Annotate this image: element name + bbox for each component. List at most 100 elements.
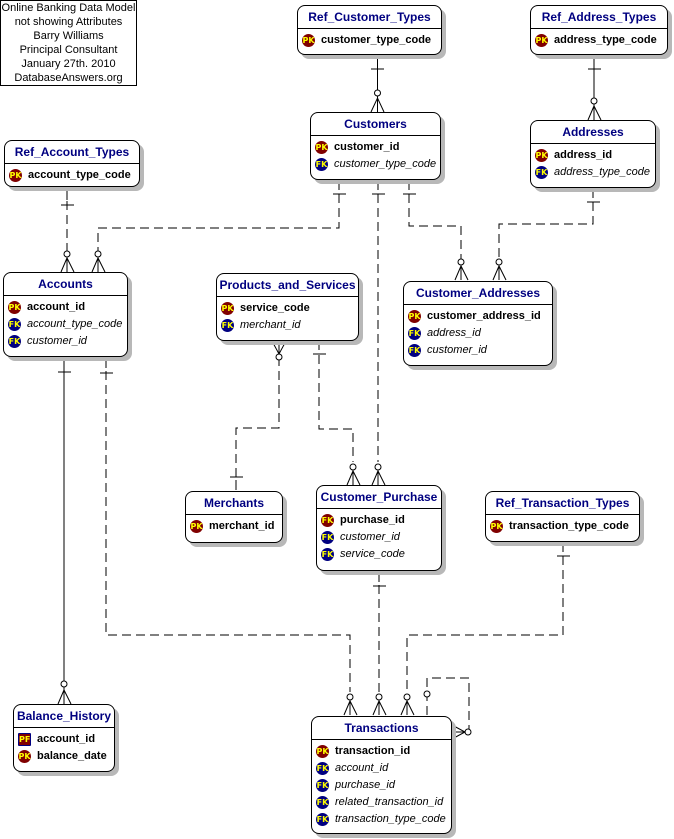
primary-key-icon: PK xyxy=(535,34,548,47)
primary-key-icon: PK xyxy=(490,520,503,533)
entity-balance-history[interactable]: Balance_History PF account_id PK balance_d… xyxy=(13,704,115,772)
crow-foot xyxy=(370,96,385,113)
entity-title: Ref_Customer_Types xyxy=(298,6,441,29)
attribute-row: PK customer_address_id xyxy=(408,308,552,325)
entity-title: Ref_Account_Types xyxy=(5,141,139,164)
primary-key-icon: PK xyxy=(316,745,329,758)
primary-key-icon: PK xyxy=(190,520,203,533)
attribute-row: PK account_id xyxy=(8,299,127,316)
entity-transactions[interactable]: Transactions PK transaction_id FK account_… xyxy=(311,716,452,834)
attribute-row: FK purchase_id xyxy=(316,777,451,794)
attribute-name: service_code xyxy=(240,302,310,314)
note-line: Principal Consultant xyxy=(19,44,118,56)
foreign-key-icon: FK xyxy=(408,327,421,340)
attribute-row: PK service_code xyxy=(221,300,358,317)
entity-accounts[interactable]: Accounts PK account_id FK account_type_cod… xyxy=(3,272,128,357)
foreign-key-icon: FK xyxy=(8,335,21,348)
attribute-name: customer_id xyxy=(340,531,400,543)
attribute-row: PK transaction_type_code xyxy=(490,518,639,535)
attribute-name: customer_type_code xyxy=(321,34,432,46)
attribute-row: FK customer_type_code xyxy=(315,156,440,173)
attribute-name: purchase_id xyxy=(340,514,405,526)
attribute-name: transaction_type_code xyxy=(509,520,629,532)
attribute-row: PK balance_date xyxy=(18,748,114,765)
primary-key-icon: PK xyxy=(408,310,421,323)
primary-key-icon: PK xyxy=(8,301,21,314)
attribute-name: customer_address_id xyxy=(427,310,541,322)
foreign-key-icon: FK xyxy=(316,779,329,792)
attribute-name: purchase_id xyxy=(335,779,395,791)
attribute-row: PK transaction_id xyxy=(316,743,451,760)
foreign-key-icon: FK xyxy=(315,158,328,171)
primary-foreign-key-icon: PF xyxy=(18,733,31,746)
attribute-row: FK customer_id xyxy=(408,342,552,359)
attribute-name: account_id xyxy=(335,762,389,774)
entity-ref-account-types[interactable]: Ref_Account_Types PK account_type_code xyxy=(4,140,140,187)
entity-ref-customer-types[interactable]: Ref_Customer_Types PK customer_type_code xyxy=(297,5,442,55)
foreign-key-icon: FK xyxy=(221,319,234,332)
note-line: Online Banking Data Model xyxy=(1,2,136,14)
attribute-row: PF account_id xyxy=(18,731,114,748)
primary-key-icon: PK xyxy=(535,149,548,162)
attribute-name: customer_id xyxy=(27,335,87,347)
foreign-key-icon: FK xyxy=(316,813,329,826)
attribute-row: FK related_transaction_id xyxy=(316,794,451,811)
attribute-name: address_type_code xyxy=(554,166,651,178)
attribute-row: FK purchase_id xyxy=(321,512,441,529)
attribute-name: account_type_code xyxy=(28,169,131,181)
attribute-row: PK account_type_code xyxy=(9,167,139,184)
entity-title: Customer_Purchase xyxy=(317,486,441,509)
attribute-row: PK customer_id xyxy=(315,139,440,156)
attribute-name: related_transaction_id xyxy=(335,796,444,808)
attribute-name: merchant_id xyxy=(240,319,301,331)
optional-circle xyxy=(374,89,381,97)
note-line: not showing Attributes xyxy=(14,16,123,28)
attribute-name: account_id xyxy=(27,301,86,313)
entity-title: Addresses xyxy=(531,121,655,144)
primary-key-icon: PK xyxy=(315,141,328,154)
entity-title: Accounts xyxy=(4,273,127,296)
entity-title: Transactions xyxy=(312,717,451,740)
entity-products-and-services[interactable]: Products_and_Services PK service_code FK m… xyxy=(216,273,359,341)
attribute-name: customer_id xyxy=(334,141,400,153)
attribute-name: transaction_type_code xyxy=(335,813,446,825)
foreign-key-icon: FK xyxy=(408,344,421,357)
attribute-row: FK merchant_id xyxy=(221,317,358,334)
attribute-name: address_type_code xyxy=(554,34,657,46)
entity-title: Ref_Address_Types xyxy=(531,6,667,29)
foreign-key-icon: FK xyxy=(321,548,334,561)
foreign-key-icon: FK xyxy=(8,318,21,331)
foreign-key-icon: FK xyxy=(321,514,334,527)
attribute-row: FK customer_id xyxy=(321,529,441,546)
attribute-row: PK address_type_code xyxy=(535,32,667,49)
entity-ref-address-types[interactable]: Ref_Address_Types PK address_type_code xyxy=(530,5,668,55)
entity-customer-purchase[interactable]: Customer_Purchase FK purchase_id FK custom… xyxy=(316,485,442,571)
attribute-name: account_type_code xyxy=(27,318,123,330)
entity-customers[interactable]: Customers PK customer_id FK customer_type_… xyxy=(310,112,441,180)
entity-title: Merchants xyxy=(186,492,282,515)
attribute-name: address_id xyxy=(554,149,613,161)
entity-customer-addresses[interactable]: Customer_Addresses PK customer_address_id… xyxy=(403,281,553,366)
attribute-name: merchant_id xyxy=(209,520,275,532)
entity-title: Ref_Transaction_Types xyxy=(486,492,639,515)
attribute-name: customer_id xyxy=(427,344,487,356)
primary-key-icon: PK xyxy=(18,750,31,763)
primary-key-icon: PK xyxy=(9,169,22,182)
entity-ref-transaction-types[interactable]: Ref_Transaction_Types PK transaction_type… xyxy=(485,491,640,542)
attribute-row: FK account_type_code xyxy=(8,316,127,333)
entity-title: Customer_Addresses xyxy=(404,282,552,305)
diagram-note: Online Banking Data Model not showing At… xyxy=(0,0,137,86)
attribute-row: FK customer_id xyxy=(8,333,127,350)
entity-addresses[interactable]: Addresses PK address_id FK address_type_co… xyxy=(530,120,656,188)
note-line: January 27th. 2010 xyxy=(21,58,116,70)
attribute-row: FK account_id xyxy=(316,760,451,777)
attribute-row: FK service_code xyxy=(321,546,441,563)
attribute-name: account_id xyxy=(37,733,96,745)
note-line: DatabaseAnswers.org xyxy=(14,72,123,84)
entity-title: Customers xyxy=(311,113,440,136)
attribute-name: service_code xyxy=(340,548,405,560)
entity-merchants[interactable]: Merchants PK merchant_id xyxy=(185,491,283,543)
attribute-row: FK transaction_type_code xyxy=(316,811,451,828)
attribute-row: FK address_id xyxy=(408,325,552,342)
attribute-row: PK merchant_id xyxy=(190,518,282,535)
